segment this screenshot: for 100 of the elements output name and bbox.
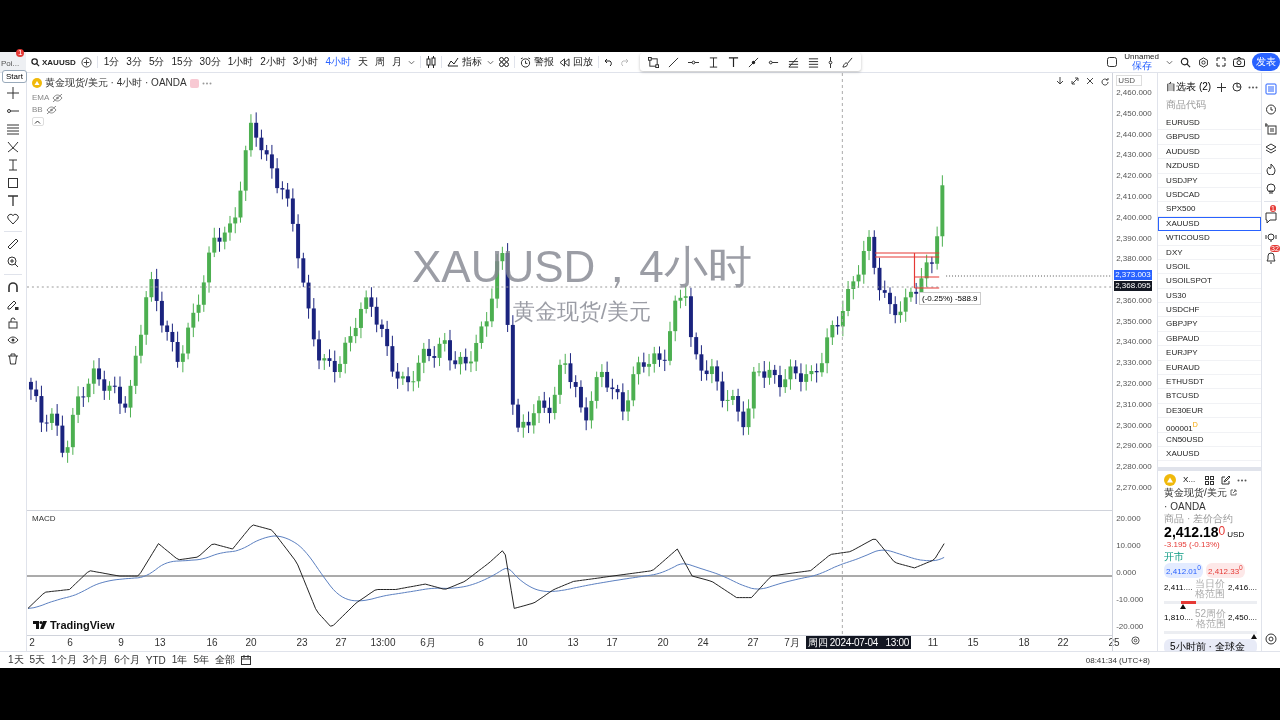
- interval-button[interactable]: 3小时: [291, 55, 320, 69]
- instrument-name: 黄金现货/美元: [1164, 487, 1227, 498]
- alert-button[interactable]: 警报: [519, 55, 554, 69]
- brand-name: TradingView: [50, 619, 115, 631]
- indicator-name: MACD: [32, 514, 56, 523]
- time-tick: 9: [118, 636, 124, 649]
- price-tick: 2,280.000: [1116, 463, 1152, 472]
- time-tick: 6: [67, 636, 73, 649]
- watchlist-item[interactable]: US30: [1158, 288, 1262, 304]
- interval-button[interactable]: 天: [356, 55, 369, 69]
- notification-badge: 1: [16, 49, 25, 57]
- watchlist-item[interactable]: GBPUSD: [1158, 130, 1262, 145]
- watchlist-item[interactable]: WTICOUSD: [1158, 231, 1262, 246]
- price-tick: 10.000: [1116, 542, 1141, 550]
- interval-button[interactable]: 月: [390, 55, 403, 69]
- chart-watermark: 黄金现货/美元: [512, 298, 651, 326]
- exchange-name: · OANDA: [1164, 501, 1206, 512]
- range-button[interactable]: YTD: [145, 654, 166, 666]
- range-low: 1,810....: [1164, 614, 1194, 624]
- time-tick: 10: [516, 636, 528, 649]
- range-low: 2,411....: [1164, 584, 1193, 594]
- interval-button[interactable]: 30分: [198, 55, 222, 69]
- watchlist-item[interactable]: DE30EUR: [1158, 403, 1262, 419]
- news-pill[interactable]: 5小时前 · 全球金: [1164, 638, 1258, 651]
- publish-button[interactable]: 发表: [1252, 53, 1280, 71]
- interval-button[interactable]: 1小时: [226, 55, 255, 69]
- watchlist-item[interactable]: ETHUSDT: [1158, 375, 1262, 390]
- bid-price[interactable]: 2,412.01$^{0}$: [1164, 563, 1203, 578]
- price-tick: 2,440.000: [1116, 130, 1152, 139]
- watchlist-item[interactable]: USDJPY: [1158, 173, 1262, 188]
- watchlist-item[interactable]: GBPAUD: [1158, 331, 1262, 347]
- price-tick: 2,340.000: [1116, 338, 1152, 347]
- watchlist-item[interactable]: CN50USD: [1158, 432, 1262, 447]
- range-button[interactable]: 1个月: [51, 653, 77, 667]
- price-label: 2,368.095: [1114, 281, 1152, 291]
- price-tick: 2,320.000: [1116, 380, 1152, 389]
- time-tick: 27: [747, 636, 759, 649]
- watchlist-item[interactable]: USOILSPOT: [1158, 274, 1262, 289]
- time-tick: 15: [967, 636, 979, 649]
- watchlist-item[interactable]: SPX500: [1158, 202, 1262, 217]
- watchlist-item[interactable]: USDCAD: [1158, 187, 1262, 203]
- price-tick: 2,420.000: [1116, 172, 1152, 181]
- price-tick: 2,430.000: [1116, 151, 1152, 160]
- indicator-name[interactable]: BB: [32, 105, 43, 114]
- price-tick: 2,450.000: [1116, 109, 1152, 118]
- indicator-name[interactable]: EMA: [32, 93, 50, 102]
- symbol-search-button[interactable]: XAUUSD: [31, 57, 76, 67]
- layout-name[interactable]: Unnamed: [1124, 53, 1159, 61]
- watchlist-item[interactable]: EURJPY: [1158, 346, 1262, 361]
- watchlist-item[interactable]: GBPJPY: [1158, 317, 1262, 332]
- watchlist-item[interactable]: EURUSD: [1158, 116, 1262, 131]
- ask-price[interactable]: 2,412.33$^{0}$: [1205, 563, 1245, 578]
- replay-button[interactable]: 回放: [558, 55, 593, 69]
- currency-selector[interactable]: USD: [1116, 75, 1143, 86]
- range-button[interactable]: 1年: [171, 653, 188, 667]
- price-tick: -20.000: [1116, 623, 1144, 631]
- range-button[interactable]: 5天: [29, 653, 46, 667]
- interval-button[interactable]: 15分: [170, 55, 194, 69]
- watchlist-item[interactable]: USOIL: [1158, 259, 1262, 275]
- watchlist-item[interactable]: XAUUSD: [1158, 216, 1262, 232]
- indicators-button[interactable]: 指标: [446, 55, 482, 69]
- watchlist-item[interactable]: AUDUSD: [1158, 144, 1262, 160]
- watchlist-item[interactable]: NZDUSD: [1158, 159, 1262, 174]
- range-button[interactable]: 1天: [8, 653, 24, 667]
- symbol-name: X...: [1183, 475, 1196, 485]
- time-tick: 24: [697, 636, 709, 649]
- price-tick: 0.000: [1116, 569, 1137, 577]
- price-tick: 20.000: [1116, 515, 1141, 523]
- time-tick: 16: [206, 636, 218, 649]
- price-tick: 2,360.000: [1116, 296, 1152, 305]
- interval-button[interactable]: 周: [373, 55, 386, 69]
- instrument-type: 商品 · 差价合约: [1164, 513, 1234, 524]
- watchlist-item[interactable]: XAUUSD: [1158, 447, 1262, 462]
- watchlist-item[interactable]: EURAUD: [1158, 360, 1262, 376]
- interval-button[interactable]: 5分: [147, 55, 166, 69]
- market-status: 开市: [1164, 551, 1186, 563]
- interval-button[interactable]: 3分: [125, 55, 143, 69]
- range-label: 当日价格范围: [1194, 578, 1227, 599]
- interval-button[interactable]: 4小时: [324, 55, 352, 69]
- range-button[interactable]: 6个月: [114, 653, 140, 667]
- time-tick: 23: [296, 636, 308, 649]
- time-tick: 22: [1057, 636, 1069, 649]
- time-tick: 18: [1018, 636, 1030, 649]
- watchlist-item[interactable]: 000001$^{D}$: [1158, 418, 1262, 433]
- price-tick: 2,400.000: [1116, 213, 1152, 222]
- range-button[interactable]: 全部: [214, 653, 235, 667]
- range-button[interactable]: 3个月: [82, 653, 109, 667]
- price-tick: 2,270.000: [1116, 484, 1152, 492]
- interval-button[interactable]: 2小时: [259, 55, 287, 69]
- range-high: 2,450....: [1228, 614, 1258, 624]
- save-status: 保存: [1131, 61, 1152, 71]
- watchlist-item[interactable]: DXY: [1158, 245, 1262, 260]
- price-tick: 2,460.000: [1116, 89, 1152, 97]
- time-tick: 27: [335, 636, 347, 649]
- watchlist-item[interactable]: USDCHF: [1158, 303, 1262, 318]
- watchlist-title[interactable]: 自选表 (2): [1166, 80, 1212, 94]
- interval-button[interactable]: 1分: [102, 55, 121, 69]
- range-button[interactable]: 5年: [193, 653, 209, 667]
- currency: USD: [1227, 531, 1245, 540]
- watchlist-item[interactable]: BTCUSD: [1158, 389, 1262, 404]
